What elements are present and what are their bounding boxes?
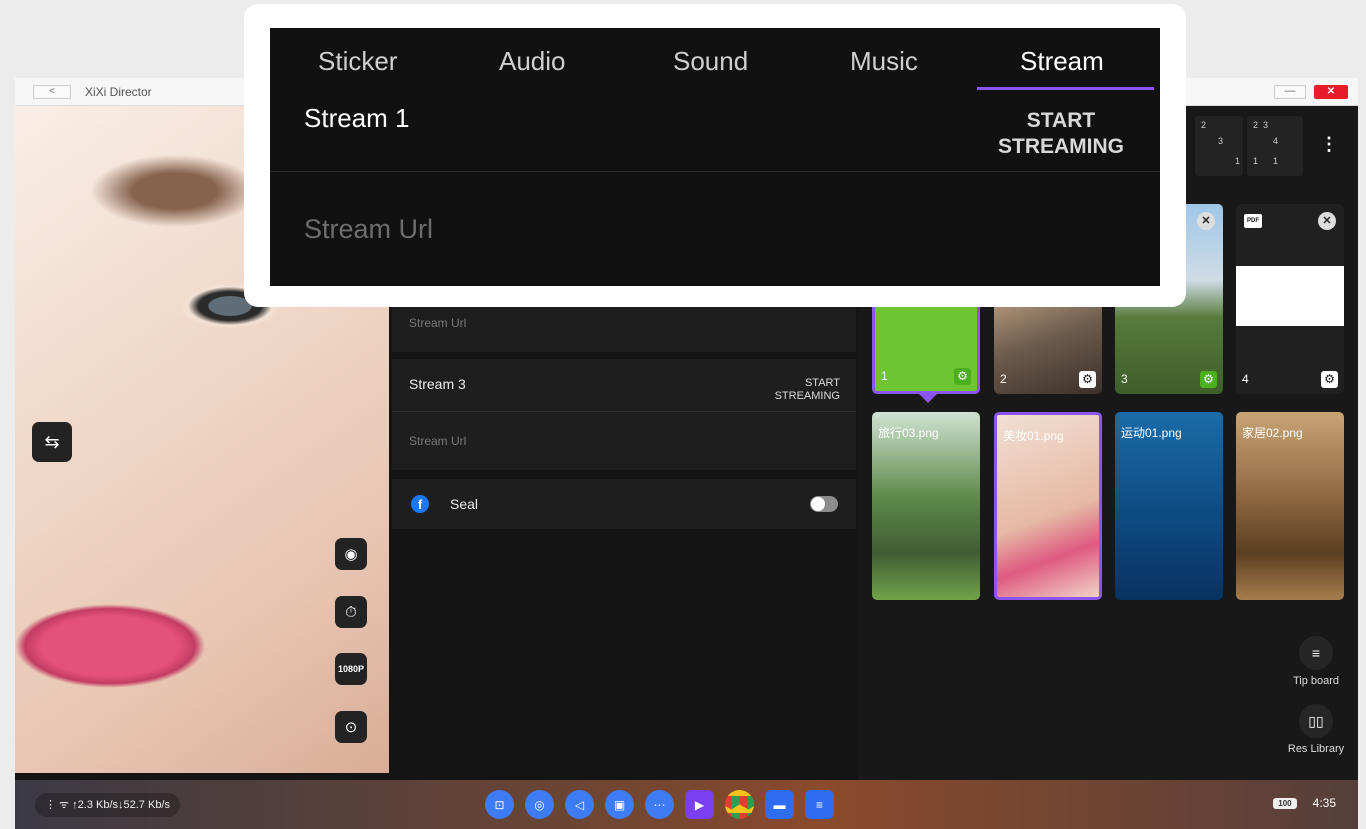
scene-number: 4 [1242,372,1249,386]
director-app-icon[interactable]: ▶ [685,790,714,819]
back-icon[interactable]: ◁ [565,790,594,819]
facebook-icon: f [411,495,429,513]
tab-sound[interactable]: Sound [673,46,748,77]
capture-icon[interactable]: ◎ [525,790,554,819]
layout-number: 1 [1235,156,1241,166]
media-tile[interactable]: 运动01.png [1115,412,1223,600]
selected-indicator [919,394,937,403]
back-button[interactable]: < [33,85,71,99]
list-icon: ≡ [1299,636,1333,670]
tab-music[interactable]: Music [850,46,918,77]
system-tray: 100 4:35 [1273,796,1336,810]
gear-icon[interactable]: ⚙ [1200,371,1217,388]
close-icon[interactable]: ✕ [1318,212,1336,230]
tab-sticker[interactable]: Sticker [318,46,397,77]
stream-label: Stream 3 [409,376,466,392]
beauty-icon[interactable]: ◉ [335,538,367,570]
record-icon[interactable]: ⊙ [335,711,367,743]
media-tile-selected[interactable]: 美妆01.png [994,412,1102,600]
pdf-icon: PDF [1244,214,1262,228]
toggle-knob [811,497,825,511]
network-speed: ⋮ ᯤ ↑2.3 Kb/s↓52.7 Kb/s [35,793,180,817]
res-library-label: Res Library [1287,743,1345,755]
divider [392,411,856,412]
timer-icon[interactable]: ⏱ [335,596,367,628]
zoomed-stream-panel: Sticker Audio Sound Music Stream Stream … [244,4,1186,307]
minimize-button[interactable]: — [1274,85,1306,99]
more-icon[interactable]: ⋮ [1320,134,1338,155]
scene-tile-4[interactable]: PDF ✕ 4 ⚙ [1236,204,1344,394]
tab-stream[interactable]: Stream [1020,46,1104,77]
system-taskbar: ⋮ ᯤ ↑2.3 Kb/s↓52.7 Kb/s ⊡ ◎ ◁ ▣ ⋯ ▶ ▬ ≡ … [15,780,1358,829]
layout-number: 3 [1218,136,1224,146]
scene-number: 2 [1000,372,1007,386]
stream-tab-panel: Sticker Audio Sound Music Stream Stream … [270,28,1160,286]
resolution-label: 1080P [337,664,365,674]
media-caption: 家居02.png [1242,426,1303,440]
swap-icon[interactable]: ⇆ [32,422,72,462]
gear-icon[interactable]: ⚙ [1321,371,1338,388]
apps-icon[interactable]: ⋯ [645,790,674,819]
recents-icon[interactable]: ▣ [605,790,634,819]
seal-label: Seal [450,496,479,512]
wifi-icon: ⋮ ᯤ [45,799,73,811]
gear-icon[interactable]: ⚙ [954,368,971,385]
scene-layout-2[interactable]: 2 3 1 [1195,116,1243,176]
stream-url-input[interactable]: Stream Url [409,434,466,448]
layout-number: 2 3 [1253,120,1269,130]
tip-board-button[interactable]: ≡ Tip board [1284,636,1348,687]
clock: 4:35 [1312,796,1336,810]
media-tile[interactable]: 家居02.png [1236,412,1344,600]
calendar-icon[interactable]: ▬ [765,790,794,819]
start-streaming-button[interactable]: START STREAMING [775,377,840,403]
close-icon[interactable]: ✕ [1197,212,1215,230]
res-library-button[interactable]: ▯▯ Res Library [1284,704,1348,755]
stream-url-input[interactable]: Stream Url [409,316,466,330]
stream-url-input[interactable]: Stream Url [304,214,433,245]
scene-number: 3 [1121,372,1128,386]
tab-audio[interactable]: Audio [499,46,566,77]
start-streaming-button[interactable]: START STREAMING [998,108,1124,160]
book-icon: ▯▯ [1299,704,1333,738]
layout-number: 2 [1201,120,1207,130]
divider [270,171,1160,172]
screenshot-icon[interactable]: ⊡ [485,790,514,819]
stream-card-3: Stream 3 START STREAMING Stream Url [392,359,856,470]
gear-icon[interactable]: ⚙ [1079,371,1096,388]
media-tile[interactable]: 旅行03.png [872,412,980,600]
chrome-icon[interactable] [725,790,754,819]
notes-icon[interactable]: ≡ [805,790,834,819]
dock: ⊡ ◎ ◁ ▣ ⋯ ▶ ▬ ≡ [485,790,834,819]
media-caption: 运动01.png [1121,426,1182,440]
scene-layout-3[interactable]: 2 3 4 1 1 [1247,116,1303,176]
layout-number: 4 [1273,136,1279,146]
pdf-thumbnail [1236,266,1344,326]
network-speed-text: ↑2.3 Kb/s↓52.7 Kb/s [72,799,170,811]
media-caption: 旅行03.png [878,426,939,440]
active-tab-indicator [977,87,1154,90]
scene-number: 1 [881,369,888,383]
media-caption: 美妆01.png [1003,429,1064,443]
resolution-button[interactable]: 1080P [335,653,367,685]
battery-icon: 100 [1273,797,1297,809]
window-title: XiXi Director [85,85,152,99]
tip-board-label: Tip board [1292,675,1340,687]
close-button[interactable]: ✕ [1314,85,1348,99]
layout-number: 1 1 [1253,156,1279,166]
seal-row: f Seal [392,479,856,529]
seal-toggle[interactable] [810,496,838,512]
stream-label: Stream 1 [304,103,410,133]
